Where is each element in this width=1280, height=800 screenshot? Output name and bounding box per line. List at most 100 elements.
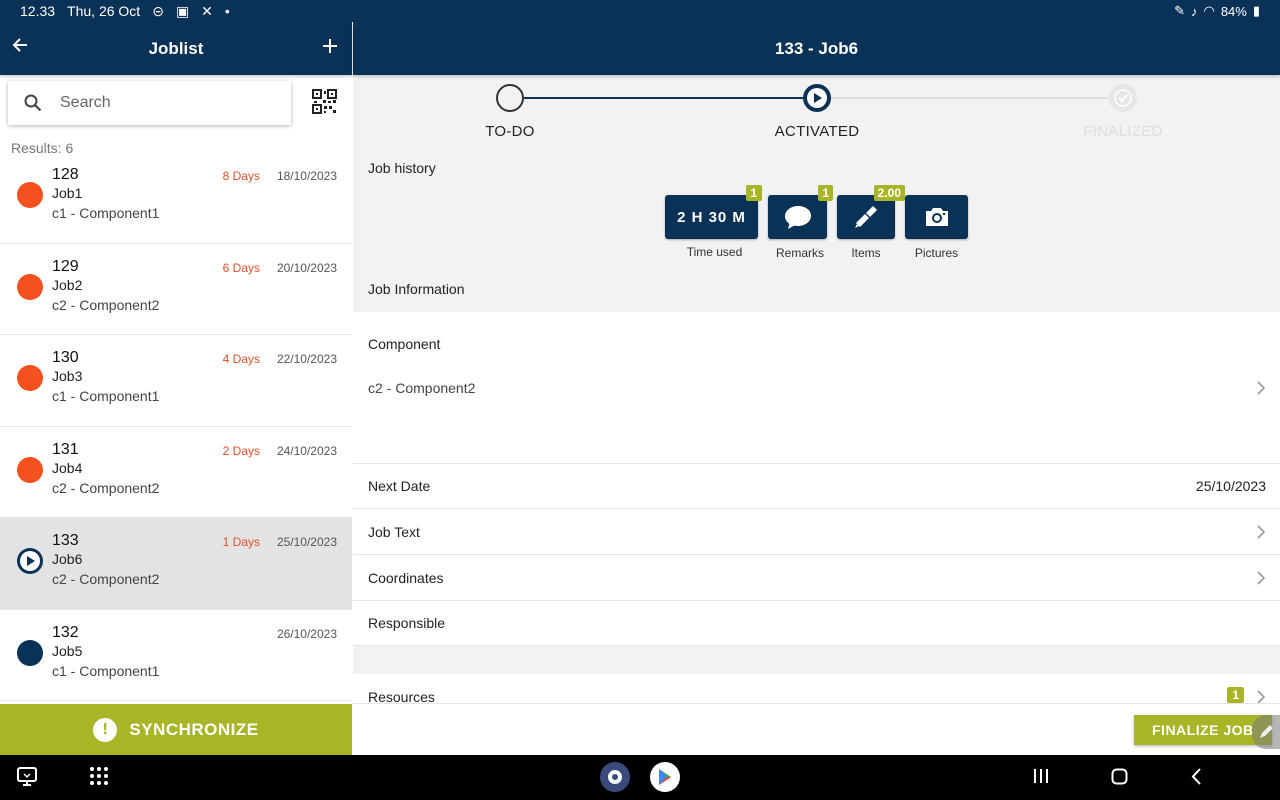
- job-detail-header: 133 - Job6: [353, 22, 1280, 75]
- coordinates-row[interactable]: Coordinates: [353, 555, 1280, 601]
- search-input[interactable]: [60, 94, 260, 112]
- recent-apps-icon[interactable]: [1033, 768, 1049, 789]
- list-item[interactable]: 130 Job3 c1 - Component1 4 Days 22/10/2023: [0, 335, 352, 427]
- job-information-label: Job Information: [368, 281, 465, 297]
- time-used-badge: 1: [746, 185, 762, 201]
- job-status-dot-icon: [17, 365, 43, 391]
- job-information-header: Job Information: [353, 267, 1280, 312]
- job-text-row[interactable]: Job Text: [353, 509, 1280, 555]
- status-date: Thu, 26 Oct: [67, 3, 141, 19]
- synchronize-label: SYNCHRONIZE: [129, 719, 259, 739]
- page-title: Joblist: [148, 38, 204, 58]
- pictures-button[interactable]: [905, 195, 968, 239]
- remarks-button[interactable]: 1: [768, 185, 833, 239]
- next-date-label: Next Date: [368, 478, 431, 494]
- job-name: Job2: [52, 276, 83, 293]
- job-text-label: Job Text: [368, 524, 420, 540]
- step-activated-play-icon[interactable]: [803, 84, 831, 112]
- home-icon[interactable]: [1111, 768, 1128, 790]
- app-grid-icon[interactable]: [88, 765, 110, 792]
- job-days: 6 Days: [222, 260, 260, 275]
- job-component: c1 - Component1: [52, 205, 160, 221]
- add-job-button[interactable]: [322, 33, 338, 61]
- job-component: c2 - Component2: [52, 571, 160, 587]
- job-number: 129: [52, 257, 79, 275]
- back-arrow-icon[interactable]: [12, 36, 28, 59]
- stepper-line-done: [524, 97, 817, 99]
- list-item[interactable]: 131 Job4 c2 - Component2 2 Days 24/10/2023: [0, 427, 352, 518]
- step-finalized-check-icon[interactable]: [1109, 84, 1137, 112]
- battery-level: 84%: [1220, 3, 1247, 19]
- synchronize-button[interactable]: ! SYNCHRONIZE: [0, 704, 352, 755]
- job-status-dot-icon: [17, 182, 43, 208]
- remarks-label: Remarks: [775, 246, 824, 260]
- responsible-label: Responsible: [368, 615, 446, 631]
- list-item[interactable]: 133 Job6 c2 - Component2 1 Days 25/10/2023: [0, 518, 352, 610]
- status-stepper: TO-DO ACTIVATED FINALIZED: [353, 75, 1280, 165]
- component-row[interactable]: Component c2 - Component2: [353, 312, 1280, 464]
- resources-row[interactable]: Resources 1: [353, 674, 1280, 705]
- finalize-job-label: FINALIZE JOB: [1152, 722, 1254, 738]
- chevron-right-icon: [1256, 524, 1266, 543]
- tools-icon: ✕: [201, 2, 213, 19]
- dnd-icon: ⊝: [152, 2, 164, 19]
- screwdriver-icon: [855, 206, 877, 228]
- qr-code-icon[interactable]: [312, 89, 337, 119]
- job-date: 24/10/2023: [276, 443, 337, 458]
- list-item[interactable]: 129 Job2 c2 - Component2 6 Days 20/10/2023: [0, 244, 352, 335]
- job-name: Job3: [52, 368, 83, 384]
- job-title: 133 - Job6: [774, 38, 859, 58]
- edge-panel-handle[interactable]: [1252, 715, 1280, 749]
- job-date: 22/10/2023: [276, 352, 337, 366]
- job-list: 128 Job1 c1 - Component1 8 Days 18/10/2023 12…: [0, 152, 352, 701]
- coordinates-label: Coordinates: [368, 570, 444, 586]
- chevron-right-icon: [1256, 570, 1266, 589]
- resources-badge: 1: [1227, 687, 1244, 703]
- list-item[interactable]: 128 Job1 c1 - Component1 8 Days 18/10/2023: [0, 152, 352, 244]
- status-time: 12.33: [20, 3, 56, 19]
- job-date: 26/10/2023: [276, 626, 337, 641]
- job-days: 4 Days: [222, 352, 260, 366]
- items-badge: 2.00: [873, 185, 905, 201]
- job-status-dot-icon: [17, 639, 43, 666]
- battery-icon: ▮: [1252, 3, 1260, 18]
- component-value: c2 - Component2: [368, 380, 476, 396]
- pen-icon: [1260, 725, 1273, 738]
- job-number: 132: [52, 623, 79, 641]
- job-name: Job4: [52, 459, 83, 476]
- component-label: Component: [368, 336, 441, 352]
- job-number: 130: [52, 349, 79, 366]
- list-item[interactable]: 132 Job5 c1 - Component1 26/10/2023: [0, 610, 352, 701]
- job-component: c1 - Component1: [52, 388, 160, 404]
- job-date: 18/10/2023: [276, 169, 337, 183]
- joblist-header: Joblist: [0, 22, 352, 75]
- speech-bubble-icon: [784, 206, 811, 229]
- screen-share-icon[interactable]: [16, 765, 38, 792]
- job-name: Job1: [52, 185, 83, 201]
- step-todo-icon[interactable]: [496, 84, 524, 112]
- job-history-label: Job history: [368, 160, 436, 176]
- job-number: 133: [52, 532, 79, 549]
- job-number: 131: [52, 440, 79, 458]
- time-used-label: Time used: [686, 245, 743, 259]
- job-number: 128: [52, 166, 79, 183]
- time-used-button[interactable]: 2 H 30 M 1: [665, 185, 762, 239]
- responsible-row[interactable]: Responsible: [353, 601, 1280, 646]
- job-days: 8 Days: [222, 169, 260, 183]
- job-name: Job6: [52, 551, 83, 567]
- play-store-icon[interactable]: [650, 762, 680, 792]
- search-box[interactable]: [8, 81, 291, 125]
- settings-app-icon[interactable]: [600, 762, 630, 792]
- items-button[interactable]: 2.00: [837, 185, 905, 239]
- wifi-icon: ◠: [1203, 3, 1215, 18]
- action-bar: FINALIZE JOB: [353, 703, 1280, 755]
- step-finalized-label: FINALIZED: [1083, 123, 1163, 140]
- search-icon: [24, 94, 42, 112]
- system-navigation-bar: [0, 755, 1280, 800]
- job-activated-play-icon: [17, 548, 43, 574]
- camera-icon: [925, 208, 948, 226]
- back-icon[interactable]: [1190, 768, 1202, 790]
- job-date: 25/10/2023: [276, 535, 337, 549]
- time-used-value: 2 H 30 M: [677, 208, 746, 226]
- next-date-row[interactable]: Next Date 25/10/2023: [353, 464, 1280, 509]
